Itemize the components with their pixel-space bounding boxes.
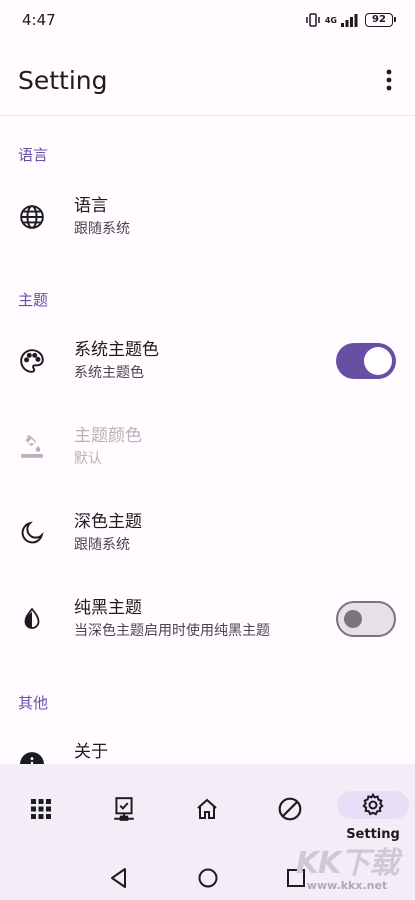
contrast-icon [18, 605, 46, 633]
block-icon [278, 797, 302, 821]
nav-item-home[interactable] [175, 778, 239, 842]
setting-row-system-theme-color[interactable]: 系统主题色 系统主题色 [0, 318, 415, 404]
setting-title: 深色主题 [74, 512, 142, 532]
setting-title: 系统主题色 [74, 340, 159, 360]
section-header-other: 其他 [18, 694, 49, 712]
nav-item-devices[interactable] [92, 778, 156, 842]
watermark-logo: KK下载 [295, 845, 399, 881]
home-icon [197, 798, 217, 819]
battery-level: 92 [372, 14, 386, 25]
setting-title: 语言 [74, 196, 108, 216]
setting-row-dark-theme[interactable]: 深色主题 跟随系统 [0, 490, 415, 576]
home-system-button[interactable] [196, 866, 220, 890]
watermark-url: www.kkx.net [306, 878, 388, 892]
palette-icon [18, 347, 46, 375]
nav-item-setting[interactable]: Setting [337, 778, 409, 842]
system-theme-color-switch[interactable] [336, 343, 396, 379]
nav-item-apps[interactable] [9, 778, 73, 842]
network-type: 4G [324, 15, 337, 25]
watermark: KK下载 www.kkx.net [287, 842, 407, 898]
setting-subtitle: 跟随系统 [74, 221, 130, 237]
pure-black-switch[interactable] [336, 601, 396, 637]
switch-knob [364, 347, 392, 375]
nav-label-setting: Setting [346, 827, 400, 842]
gear-icon [362, 793, 384, 816]
setting-subtitle: 当深色主题启用时使用纯黑主题 [74, 623, 270, 639]
setting-subtitle: 跟随系统 [74, 537, 130, 553]
page-title: Setting [18, 65, 108, 95]
app-bar-divider [0, 115, 415, 116]
status-bar: 4:47 4G 92 [0, 0, 415, 40]
setting-row-language[interactable]: 语言 跟随系统 [0, 174, 415, 260]
setting-row-theme-color: 主题颜色 默认 [0, 404, 415, 490]
setting-subtitle: 系统主题色 [74, 365, 144, 381]
more-vert-icon [386, 69, 392, 91]
setting-title: 纯黑主题 [74, 598, 142, 618]
back-triangle-icon [111, 868, 126, 888]
section-header-theme: 主题 [18, 291, 49, 309]
apps-grid-icon [31, 799, 51, 819]
vibrate-icon [305, 13, 321, 27]
home-circle-icon [198, 868, 218, 888]
device-check-icon [114, 797, 134, 821]
status-time: 4:47 [22, 11, 56, 29]
setting-title: 关于 [74, 742, 108, 762]
battery-icon: 92 [365, 13, 396, 27]
setting-row-pure-black[interactable]: 纯黑主题 当深色主题启用时使用纯黑主题 [0, 576, 415, 662]
globe-icon [18, 203, 46, 231]
format-color-fill-icon [18, 433, 46, 461]
app-bar: Setting [0, 48, 415, 112]
setting-title: 主题颜色 [74, 426, 142, 446]
back-button[interactable] [107, 866, 131, 890]
switch-knob [344, 610, 362, 628]
status-icons: 4G 92 [305, 13, 396, 27]
nav-item-block[interactable] [258, 778, 322, 842]
setting-subtitle: 默认 [74, 451, 102, 467]
section-header-language: 语言 [18, 146, 49, 164]
signal-icon [341, 13, 361, 27]
more-button[interactable] [377, 60, 401, 100]
moon-icon [18, 519, 46, 547]
